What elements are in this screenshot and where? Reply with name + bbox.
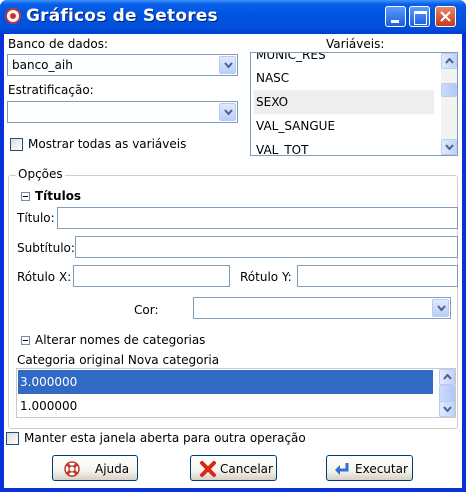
collapse-categories-icon[interactable] (21, 336, 30, 345)
app-icon (5, 8, 21, 24)
cancel-icon (200, 461, 216, 477)
scroll-up-button[interactable] (441, 53, 457, 69)
cancel-button-label: Cancelar (220, 462, 273, 476)
variable-item[interactable]: VAL_SANGUE (254, 114, 434, 138)
cancel-button[interactable]: Cancelar (190, 455, 277, 481)
color-dropdown-button[interactable] (432, 299, 449, 317)
chevron-down-icon (445, 144, 454, 150)
color-label: Cor: (134, 303, 159, 317)
chevron-down-icon (224, 62, 233, 69)
stratification-select[interactable] (7, 101, 238, 123)
help-button-label: Ajuda (95, 462, 130, 476)
chevron-down-icon (437, 305, 446, 312)
category-row[interactable]: 1.000000 (18, 394, 433, 417)
dialog-window: Gráficos de Setores Banco de dados: banc… (0, 0, 466, 492)
window-title: Gráficos de Setores (26, 6, 218, 26)
ylabel-input[interactable] (297, 265, 458, 287)
xlabel-input[interactable] (73, 265, 230, 287)
title-input[interactable] (57, 207, 458, 229)
scroll-up-button[interactable] (439, 369, 455, 385)
enter-arrow-icon (335, 463, 349, 475)
dialog-body: Banco de dados: banco_aih Estratificação… (4, 34, 462, 488)
minimize-button[interactable] (385, 6, 406, 27)
categories-header: Categoria original Nova categoria (17, 353, 220, 367)
chevron-down-icon (443, 406, 452, 412)
title-label: Título: (17, 211, 55, 225)
database-select[interactable]: banco_aih (7, 54, 238, 76)
subtitle-input[interactable] (75, 236, 458, 258)
ylabel-label: Rótulo Y: (240, 270, 292, 284)
xlabel-label: Rótulo X: (17, 270, 72, 284)
execute-button-label: Executar (355, 462, 408, 476)
categories-section-label: Alterar nomes de categorias (35, 333, 206, 347)
options-group-label: Opções (16, 167, 65, 181)
variable-item[interactable]: VAL_TOT (254, 138, 434, 155)
variables-label: Variáveis: (326, 37, 385, 51)
stratification-dropdown-button[interactable] (219, 103, 236, 121)
collapse-titles-icon[interactable] (21, 192, 30, 201)
variable-item-selected[interactable]: SEXO (254, 90, 434, 114)
show-all-label: Mostrar todas as variáveis (28, 137, 187, 151)
variable-item[interactable]: MUNIC_RES (254, 53, 434, 67)
help-button[interactable]: Ajuda (52, 455, 138, 481)
scroll-down-button[interactable] (439, 401, 455, 417)
subtitle-label: Subtítulo: (17, 241, 75, 255)
scroll-thumb[interactable] (441, 83, 457, 97)
database-label: Banco de dados: (8, 37, 108, 51)
titles-section-label: Títulos (35, 189, 82, 203)
scroll-down-button[interactable] (441, 139, 457, 155)
stratification-label: Estratificação: (8, 83, 94, 97)
database-dropdown-button[interactable] (219, 56, 236, 74)
variables-list[interactable]: MUNIC_RES NASC SEXO VAL_SANGUE VAL_TOT (250, 52, 458, 156)
chevron-up-icon (445, 58, 454, 64)
close-button[interactable] (435, 6, 456, 27)
close-icon (440, 11, 451, 22)
keep-open-checkbox[interactable] (6, 432, 19, 445)
variables-scrollbar[interactable] (441, 53, 457, 155)
category-row-selected[interactable]: 3.000000 (18, 370, 433, 394)
categories-scrollbar[interactable] (439, 369, 455, 417)
database-value: banco_aih (12, 58, 73, 72)
chevron-up-icon (443, 374, 452, 380)
execute-button[interactable]: Executar (326, 455, 413, 481)
title-bar[interactable]: Gráficos de Setores (0, 0, 466, 34)
variable-item[interactable]: NASC (254, 66, 434, 90)
lifebuoy-icon (64, 461, 80, 477)
maximize-button[interactable] (409, 6, 430, 27)
keep-open-label: Manter esta janela aberta para outra ope… (24, 431, 306, 445)
show-all-checkbox[interactable] (10, 138, 23, 151)
categories-table[interactable]: 3.000000 1.000000 (16, 368, 456, 418)
color-select[interactable] (193, 297, 451, 319)
chevron-down-icon (224, 109, 233, 116)
